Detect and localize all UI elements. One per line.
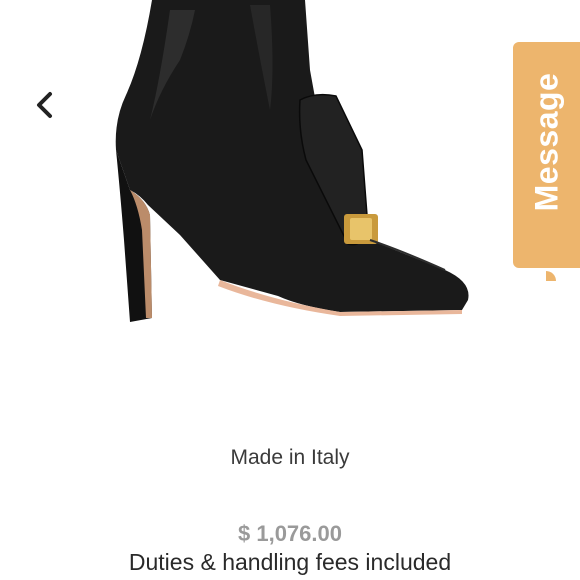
duties-note: Duties & handling fees included: [128, 549, 452, 575]
chevron-left-icon[interactable]: [30, 88, 60, 122]
product-price: $ 1,076.00: [238, 521, 342, 546]
product-gallery[interactable]: [0, 0, 580, 420]
product-origin: Made in Italy: [230, 446, 350, 469]
message-label: Message: [528, 72, 564, 212]
product-image: [115, 0, 469, 322]
message-button[interactable]: Message: [513, 42, 580, 293]
chat-bubble-icon: [534, 269, 558, 293]
